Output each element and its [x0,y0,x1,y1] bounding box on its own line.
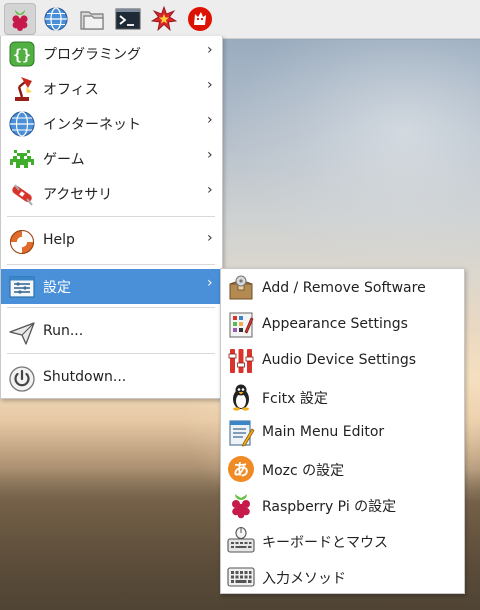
taskbar [0,0,480,39]
menu-item-games[interactable]: ゲーム › [1,141,222,176]
submenu-item-label: Raspberry Pi の設定 [262,499,397,515]
submenu-arrow-icon: › [207,275,213,291]
menu-item-label: インターネット [43,117,141,133]
submenu-item-main-menu-editor[interactable]: Main Menu Editor [221,415,464,451]
raspberry-pi-config-icon [226,490,256,520]
help-icon [7,227,37,257]
internet-icon [7,109,37,139]
submenu-item-label: 入力メソッド [262,571,346,587]
file-manager-button[interactable] [76,3,108,35]
raspberry-icon [12,10,28,31]
folder-icon [80,11,104,30]
submenu-arrow-icon: › [207,77,213,93]
burst-icon [150,5,178,32]
svg-text:{}: {} [13,46,31,64]
submenu-item-label: Add / Remove Software [262,280,426,296]
menu-item-label: 設定 [43,280,71,296]
menu-divider [7,353,215,354]
menu-item-label: アクセサリ [43,187,113,203]
menu-editor-icon [226,418,256,448]
menu-item-label: ゲーム [43,152,85,168]
menu-item-label: Run... [43,323,84,339]
menu-item-settings[interactable]: 設定 › [1,269,222,304]
submenu-item-mozc-settings[interactable]: あ Mozc の設定 [221,451,464,487]
submenu-item-audio-device-settings[interactable]: Audio Device Settings [221,343,464,379]
office-icon [7,74,37,104]
menu-divider [7,216,215,217]
keyboard-mouse-icon [226,526,256,556]
submenu-arrow-icon: › [207,112,213,128]
submenu-arrow-icon: › [207,230,213,246]
submenu-arrow-icon: › [207,182,213,198]
terminal-button[interactable] [112,3,144,35]
svg-text:あ: あ [233,460,249,479]
programming-icon: {} [7,39,37,69]
menu-item-label: オフィス [43,82,99,98]
menu-item-label: Help [43,232,75,248]
submenu-item-label: Fcitx 設定 [262,391,328,407]
accessories-icon [7,179,37,209]
menu-item-internet[interactable]: インターネット › [1,106,222,141]
globe-icon [44,7,68,31]
input-method-icon [226,562,256,592]
menu-item-help[interactable]: Help › [1,224,222,259]
submenu-item-add-remove-software[interactable]: Add / Remove Software [221,271,464,307]
submenu-item-label: Audio Device Settings [262,352,416,368]
package-icon [226,274,256,304]
appearance-icon [226,310,256,340]
settings-submenu: Add / Remove Software Appearance Setting… [220,268,465,594]
menu-item-office[interactable]: オフィス › [1,71,222,106]
start-menu-button[interactable] [4,3,36,35]
submenu-item-label: Main Menu Editor [262,424,385,440]
wolfram-button[interactable] [184,3,216,35]
submenu-item-label: Mozc の設定 [262,463,345,479]
menu-item-shutdown[interactable]: Shutdown... [1,361,222,396]
game-icon [7,144,37,174]
penguin-icon [226,382,256,412]
submenu-item-fcitx-settings[interactable]: Fcitx 設定 [221,379,464,415]
shutdown-icon [7,364,37,394]
menu-divider [7,264,215,265]
settings-icon [7,272,37,302]
wolfram-icon [188,7,212,31]
menu-item-label: Shutdown... [43,369,127,385]
menu-divider [7,307,215,308]
menu-item-accessories[interactable]: アクセサリ › [1,176,222,211]
submenu-arrow-icon: › [207,147,213,163]
mozc-icon: あ [226,454,256,484]
submenu-item-raspberry-pi-configuration[interactable]: Raspberry Pi の設定 [221,487,464,523]
submenu-item-label: Appearance Settings [262,316,408,332]
run-icon [7,318,37,348]
main-menu: {} プログラミング › オフィス › インターネット › ゲーム › アクセサ… [0,36,223,399]
web-browser-button[interactable] [40,3,72,35]
menu-item-label: プログラミング [43,47,141,63]
menu-item-run[interactable]: Run... [1,315,222,350]
mathematica-button[interactable] [148,3,180,35]
menu-item-programming[interactable]: {} プログラミング › [1,36,222,71]
terminal-icon [115,8,141,30]
wallpaper-clouds [230,40,480,270]
audio-mixer-icon [226,346,256,376]
submenu-item-keyboard-and-mouse[interactable]: キーボードとマウス [221,523,464,559]
submenu-item-label: キーボードとマウス [262,535,388,551]
submenu-item-input-method[interactable]: 入力メソッド [221,559,464,595]
submenu-arrow-icon: › [207,42,213,58]
submenu-item-appearance-settings[interactable]: Appearance Settings [221,307,464,343]
